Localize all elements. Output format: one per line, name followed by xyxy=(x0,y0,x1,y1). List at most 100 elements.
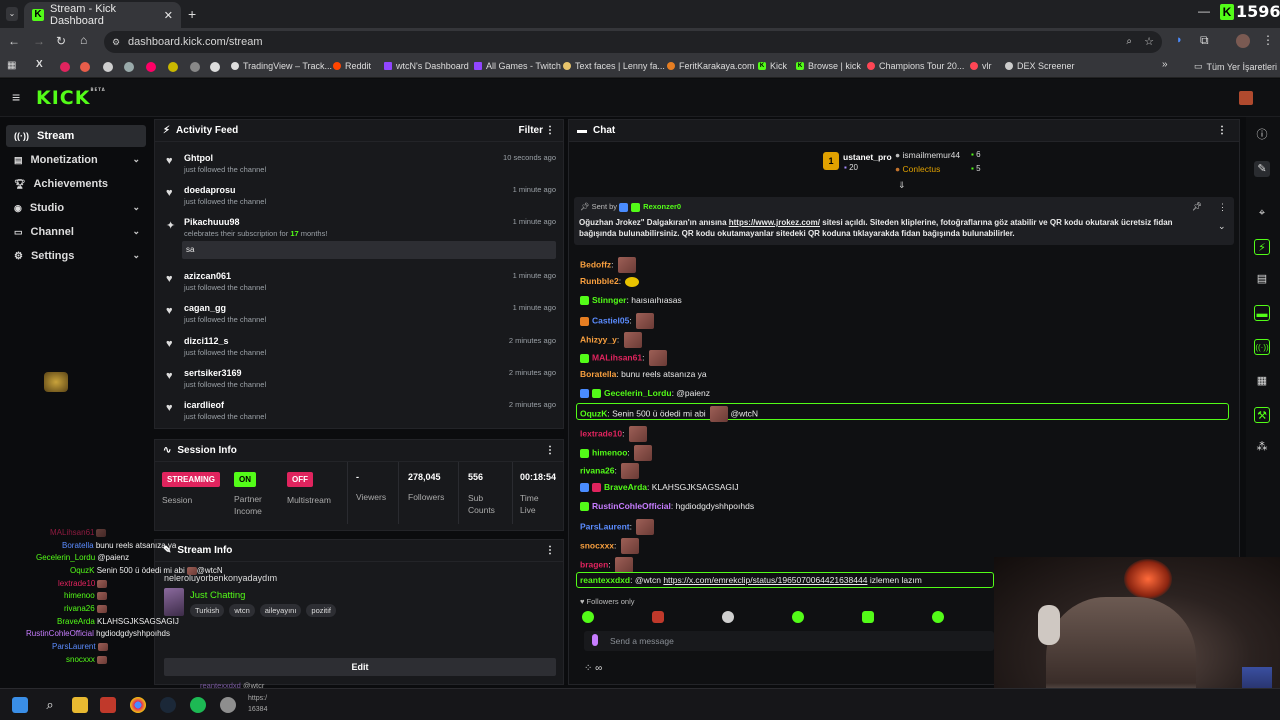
send-message-input[interactable]: Send a message xyxy=(584,631,994,651)
clipboard-icon[interactable]: ▤ xyxy=(1254,271,1270,287)
more-options-icon[interactable]: ⋮ xyxy=(1218,202,1227,213)
bookmark-all-games[interactable]: All Games - Twitch xyxy=(474,61,561,71)
more-options-icon[interactable]: ⋮ xyxy=(545,445,555,456)
close-tab-icon[interactable]: ✕ xyxy=(164,9,173,22)
vip-badge xyxy=(580,296,589,306)
kick-logo[interactable]: KICKBETA xyxy=(36,87,106,109)
youtube-bookmark-icon[interactable] xyxy=(60,62,70,72)
browser-toolbar: ← → ↻ ⌂ ⚙ dashboard.kick.com/stream ⌕ ☆ … xyxy=(0,28,1280,56)
chat-link[interactable]: https://x.com/emrekclip/status/196507006… xyxy=(663,575,867,585)
bookmark-browse-kick[interactable]: K Browse | kick xyxy=(796,61,861,71)
file-explorer-icon[interactable] xyxy=(72,697,88,713)
lightning-icon[interactable]: ⚡︎ xyxy=(1254,239,1270,255)
more-options-icon[interactable]: ⋮ xyxy=(1217,125,1227,136)
back-icon[interactable]: ← xyxy=(8,34,20,48)
app-icon[interactable] xyxy=(100,697,116,713)
bookmark-wtcn-dashboard[interactable]: wtcN's Dashboard xyxy=(384,61,469,71)
emote-button[interactable] xyxy=(582,611,594,623)
category-link[interactable]: Just Chatting xyxy=(190,590,245,601)
site-info-icon[interactable]: ⚙ xyxy=(112,31,120,53)
address-input[interactable]: ⚙ dashboard.kick.com/stream ⌕ ☆ xyxy=(104,31,1162,53)
edit-button[interactable]: Edit xyxy=(164,658,556,676)
nodes-icon[interactable]: ⁂ xyxy=(1254,439,1270,455)
minimize-icon[interactable]: — xyxy=(1198,4,1210,18)
pencil-icon[interactable]: ✎ xyxy=(1254,161,1270,177)
chrome-icon[interactable] xyxy=(130,697,146,713)
list-item: ♥ doedaprosu just followed the channel 1… xyxy=(166,185,556,206)
forward-icon[interactable]: → xyxy=(33,34,45,48)
bookmark-dex-screener[interactable]: DEX Screener xyxy=(1005,61,1075,71)
dashboard-icon[interactable]: ▦ xyxy=(1254,373,1270,389)
bookmark-tradingview[interactable]: TradingView – Track... xyxy=(231,61,332,71)
windows-start-icon[interactable] xyxy=(12,697,28,713)
emote-button[interactable] xyxy=(652,611,664,623)
bookmark-icon-3[interactable] xyxy=(80,62,90,72)
kick-favicon-icon: K xyxy=(32,9,44,21)
sidebar-item-channel[interactable]: ▭ Channel ⌄ xyxy=(6,221,146,243)
scroll-to-bottom-icon[interactable]: ⇓ xyxy=(898,180,906,191)
list-item: ♥ cagan_gg just followed the channel 1 m… xyxy=(166,303,556,324)
bookmark-feritkarakaya[interactable]: FeritKarakaya.com xyxy=(667,61,755,71)
bookmark-icon-5[interactable] xyxy=(124,62,134,72)
apps-grid-icon[interactable]: ▦ xyxy=(7,60,16,71)
more-options-icon[interactable]: ⋮ xyxy=(545,125,555,136)
app-icon[interactable] xyxy=(220,697,236,713)
divider xyxy=(512,462,513,524)
search-icon[interactable]: ⌕ xyxy=(42,697,58,713)
bookmark-icon-4[interactable] xyxy=(103,62,113,72)
tab-list-chevron-icon[interactable]: ⌄ xyxy=(6,7,18,21)
reload-icon[interactable]: ↻ xyxy=(56,34,66,48)
bookmark-reddit[interactable]: Reddit xyxy=(333,61,371,71)
more-options-icon[interactable]: ⋮ xyxy=(545,545,555,556)
home-icon[interactable]: ⌂ xyxy=(80,33,87,47)
broadcast-icon[interactable]: ((·)) xyxy=(1254,339,1270,355)
users-icon[interactable]: ⁘ xyxy=(584,663,592,674)
browser-menu-icon[interactable]: ⋮ xyxy=(1262,33,1274,47)
sidebar-item-monetization[interactable]: ▤ Monetization ⌄ xyxy=(6,149,146,171)
sidebar-item-studio[interactable]: ◉ Studio ⌄ xyxy=(6,197,146,219)
bookmark-icon-9[interactable] xyxy=(210,62,220,72)
all-bookmarks[interactable]: ▭ Tüm Yer İşaretleri xyxy=(1194,61,1277,72)
user-avatar[interactable] xyxy=(1239,91,1253,105)
extension-icon[interactable]: ◗ xyxy=(1176,34,1183,46)
microphone-icon[interactable] xyxy=(592,634,598,646)
pinned-link[interactable]: https://www.jrokez.com/ xyxy=(729,218,820,227)
filter-button[interactable]: Filter xyxy=(519,125,543,136)
bookmark-vlr[interactable]: vlr xyxy=(970,61,992,71)
profile-avatar[interactable] xyxy=(1236,34,1250,48)
extensions-puzzle-icon[interactable]: ⧉ xyxy=(1200,33,1209,48)
chat-message: OquzK: Senin 500 ü ödedi mi abi @wtcN xyxy=(580,406,758,422)
info-icon[interactable]: ⓘ xyxy=(1254,127,1270,143)
steam-icon[interactable] xyxy=(160,697,176,713)
chat-icon[interactable]: ▬ xyxy=(1254,305,1270,321)
unpin-icon[interactable]: 📌︎ xyxy=(1192,202,1202,211)
more-bookmarks-icon[interactable]: » xyxy=(1162,59,1168,70)
new-tab-icon[interactable]: + xyxy=(188,6,196,22)
emote-button[interactable] xyxy=(722,611,734,623)
emote-button[interactable] xyxy=(932,611,944,623)
bookmark-icon-7[interactable] xyxy=(168,62,178,72)
hamburger-menu-icon[interactable]: ≡ xyxy=(12,89,20,105)
heart-icon: ♥ xyxy=(166,305,173,317)
bookmark-text-faces[interactable]: Text faces | Lenny fa... xyxy=(563,61,665,71)
chat-message: RustinCohleOfficial: hgdiodgdyshhpoıhds xyxy=(580,501,754,512)
browser-tab[interactable]: K Stream - Kick Dashboard ✕ xyxy=(24,2,181,28)
zoom-icon[interactable]: ⌕ xyxy=(1126,31,1132,53)
chat-message: Gecelerin_Lordu: @paienz xyxy=(580,388,710,399)
bookmark-icon-8[interactable] xyxy=(190,62,200,72)
expand-chevron-icon[interactable]: ⌄ xyxy=(1218,221,1226,232)
sidebar-item-settings[interactable]: ⚙ Settings ⌄ xyxy=(6,245,146,267)
spotify-icon[interactable] xyxy=(190,697,206,713)
sidebar-item-stream[interactable]: ((·)) Stream xyxy=(6,125,146,147)
emote-button[interactable] xyxy=(792,611,804,623)
bookmark-star-icon[interactable]: ☆ xyxy=(1144,31,1154,53)
bookmark-icon-6[interactable] xyxy=(146,62,156,72)
target-icon[interactable]: ⌖ xyxy=(1254,205,1270,221)
sidebar-item-achievements[interactable]: 🏆︎ Achievements xyxy=(6,173,146,195)
wrench-icon[interactable]: ⚒ xyxy=(1254,407,1270,423)
viewers-stat: - Viewers xyxy=(356,472,387,502)
x-bookmark-icon[interactable]: X xyxy=(36,59,43,70)
bookmark-kick[interactable]: K Kick xyxy=(758,61,787,71)
emote-button[interactable] xyxy=(862,611,874,623)
bookmark-champions-tour[interactable]: Champions Tour 20... xyxy=(867,61,964,71)
